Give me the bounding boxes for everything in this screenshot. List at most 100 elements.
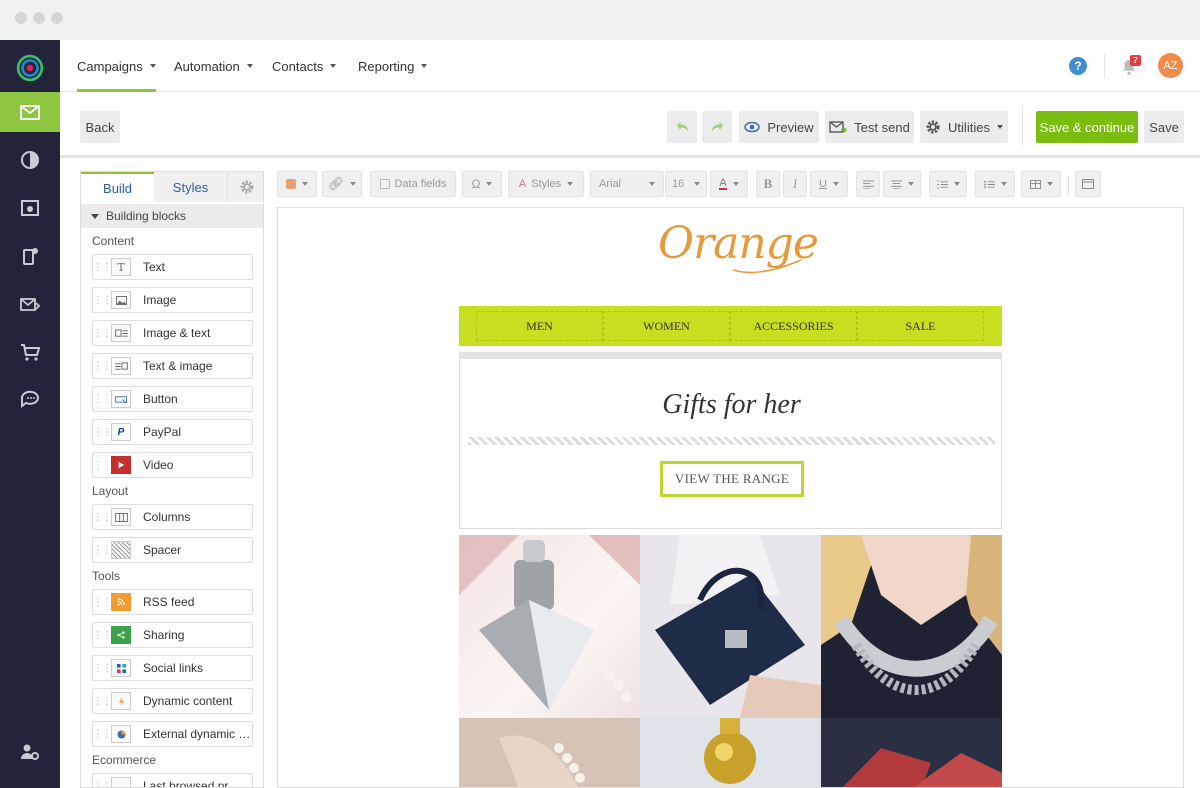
rail-user-settings-icon[interactable] — [0, 732, 60, 772]
numbered-list-button[interactable] — [929, 171, 967, 197]
bullet-list-button[interactable] — [975, 171, 1015, 197]
styles-dropdown[interactable]: A Styles — [508, 171, 584, 197]
nav-automation-label: Automation — [174, 58, 240, 74]
drag-handle-icon[interactable]: ⋮⋮ — [93, 361, 112, 372]
chevron-down-icon — [350, 182, 357, 186]
chevron-down-icon — [486, 182, 493, 186]
rail-cart-icon[interactable] — [0, 332, 60, 372]
tab-build[interactable]: Build — [81, 172, 154, 202]
drag-handle-icon[interactable]: ⋮⋮ — [93, 696, 112, 707]
user-avatar[interactable]: AZ — [1158, 53, 1183, 78]
nav-campaigns-label: Campaigns — [77, 58, 143, 74]
drag-handle-icon[interactable]: ⋮⋮ — [93, 663, 112, 674]
redo-icon — [711, 121, 723, 132]
back-button[interactable]: Back — [80, 111, 120, 143]
building-blocks-header[interactable]: Building blocks — [81, 204, 263, 228]
test-send-button[interactable]: Test send — [825, 111, 914, 143]
rail-chat-icon[interactable] — [0, 380, 60, 420]
hero-title[interactable]: Gifts for her — [460, 389, 1003, 421]
email-menu-women[interactable]: WOMEN — [603, 311, 730, 341]
font-family-select[interactable]: Arial — [590, 171, 664, 197]
data-fields-button[interactable]: Data fields — [370, 171, 456, 197]
drag-handle-icon[interactable]: ⋮⋮ — [93, 781, 112, 788]
block-text-image[interactable]: ⋮⋮ Text & image — [92, 353, 253, 379]
window-dot-minimize[interactable] — [33, 12, 45, 24]
window-dot-close[interactable] — [15, 12, 27, 24]
email-menu-accessories[interactable]: ACCESSORIES — [730, 311, 857, 341]
tab-styles[interactable]: Styles — [154, 172, 227, 202]
text-color-button[interactable]: A — [710, 171, 748, 197]
paint-format-button[interactable] — [277, 171, 317, 197]
rail-email-icon[interactable] — [0, 92, 60, 132]
email-menu-men[interactable]: MEN — [476, 311, 603, 341]
nav-campaigns[interactable]: Campaigns — [77, 40, 156, 92]
block-dynamic-content[interactable]: ⋮⋮ Dynamic content — [92, 688, 253, 714]
drag-handle-icon[interactable]: ⋮⋮ — [93, 597, 112, 608]
block-social-links[interactable]: ⋮⋮ Social links — [92, 655, 253, 681]
align-center-icon — [890, 179, 902, 189]
nav-contacts[interactable]: Contacts — [272, 40, 337, 92]
drag-handle-icon[interactable]: ⋮⋮ — [93, 545, 112, 556]
block-rss-feed[interactable]: ⋮⋮ RSS feed — [92, 589, 253, 615]
redo-button[interactable] — [702, 111, 732, 143]
rail-landing-page-icon[interactable] — [0, 188, 60, 228]
drag-handle-icon[interactable]: ⋮⋮ — [93, 630, 112, 641]
link-button[interactable]: 🔗︎ — [322, 171, 362, 197]
email-menu-bar[interactable]: MEN WOMEN ACCESSORIES SALE — [459, 306, 1002, 346]
window-dot-maximize[interactable] — [51, 12, 63, 24]
drag-handle-icon[interactable]: ⋮⋮ — [93, 295, 112, 306]
drag-handle-icon[interactable]: ⋮⋮ — [93, 512, 112, 523]
block-external-dynamic-content[interactable]: ⋮⋮ External dynamic content — [92, 721, 253, 747]
panel-settings-button[interactable] — [227, 172, 263, 202]
block-spacer[interactable]: ⋮⋮ Spacer — [92, 537, 253, 563]
view-range-button[interactable]: VIEW THE RANGE — [660, 461, 804, 497]
drag-handle-icon[interactable]: ⋮⋮ — [93, 427, 112, 438]
text-icon: T — [111, 258, 131, 276]
drag-handle-icon[interactable]: ⋮⋮ — [93, 729, 112, 740]
block-last-browsed[interactable]: ⋮⋮ Last browsed pr — [92, 773, 253, 788]
align-center-button[interactable] — [883, 171, 921, 197]
chevron-down-icon — [302, 182, 308, 186]
drag-handle-icon[interactable]: ⋮⋮ — [93, 328, 112, 339]
preview-button[interactable]: Preview — [739, 111, 819, 143]
nav-reporting[interactable]: Reporting — [358, 40, 428, 92]
utilities-dropdown[interactable]: Utilities — [920, 111, 1008, 143]
drag-handle-icon[interactable]: ⋮⋮ — [93, 460, 112, 471]
notifications-button[interactable]: 7 — [1120, 55, 1142, 78]
drag-handle-icon[interactable]: ⋮⋮ — [93, 394, 112, 405]
rail-mobile-icon[interactable] — [0, 236, 60, 276]
block-image[interactable]: ⋮⋮ Image — [92, 287, 253, 313]
special-chars-button[interactable]: Ω — [462, 171, 502, 197]
bracelet-photo — [459, 718, 640, 787]
block-image-text[interactable]: ⋮⋮ Image & text — [92, 320, 253, 346]
help-icon[interactable]: ? — [1069, 57, 1087, 75]
block-sharing[interactable]: ⋮⋮ Sharing — [92, 622, 253, 648]
drag-handle-icon[interactable]: ⋮⋮ — [93, 262, 112, 273]
align-left-button[interactable] — [856, 171, 880, 197]
rail-transactional-email-icon[interactable] — [0, 284, 60, 324]
table-button[interactable] — [1021, 171, 1061, 197]
align-left-icon — [862, 179, 874, 189]
email-canvas[interactable]: Orange MEN WOMEN ACCESSORIES SALE Gifts … — [277, 207, 1184, 788]
block-paypal[interactable]: ⋮⋮ P PayPal — [92, 419, 253, 445]
italic-button[interactable]: I — [783, 171, 807, 197]
nav-automation[interactable]: Automation — [174, 40, 253, 92]
save-and-continue-button[interactable]: Save & continue — [1036, 111, 1138, 143]
block-button[interactable]: ⋮⋮ Button — [92, 386, 253, 412]
block-label: Spacer — [143, 543, 182, 557]
block-columns[interactable]: ⋮⋮ Columns — [92, 504, 253, 530]
omega-icon: Ω — [471, 177, 481, 191]
source-view-icon — [1082, 179, 1094, 189]
email-hero-block[interactable]: Gifts for her VIEW THE RANGE — [459, 359, 1002, 529]
block-text[interactable]: ⋮⋮ T Text — [92, 254, 253, 280]
font-size-select[interactable]: 16 — [665, 171, 707, 197]
email-menu-sale[interactable]: SALE — [857, 311, 984, 341]
app-logo-icon[interactable] — [0, 48, 60, 88]
source-view-button[interactable] — [1075, 171, 1101, 197]
underline-button[interactable]: U — [810, 171, 848, 197]
rail-reports-icon[interactable] — [0, 140, 60, 180]
block-video[interactable]: ⋮⋮ Video — [92, 452, 253, 478]
undo-button[interactable] — [667, 111, 697, 143]
save-button[interactable]: Save — [1144, 111, 1184, 143]
bold-button[interactable]: B — [756, 171, 780, 197]
